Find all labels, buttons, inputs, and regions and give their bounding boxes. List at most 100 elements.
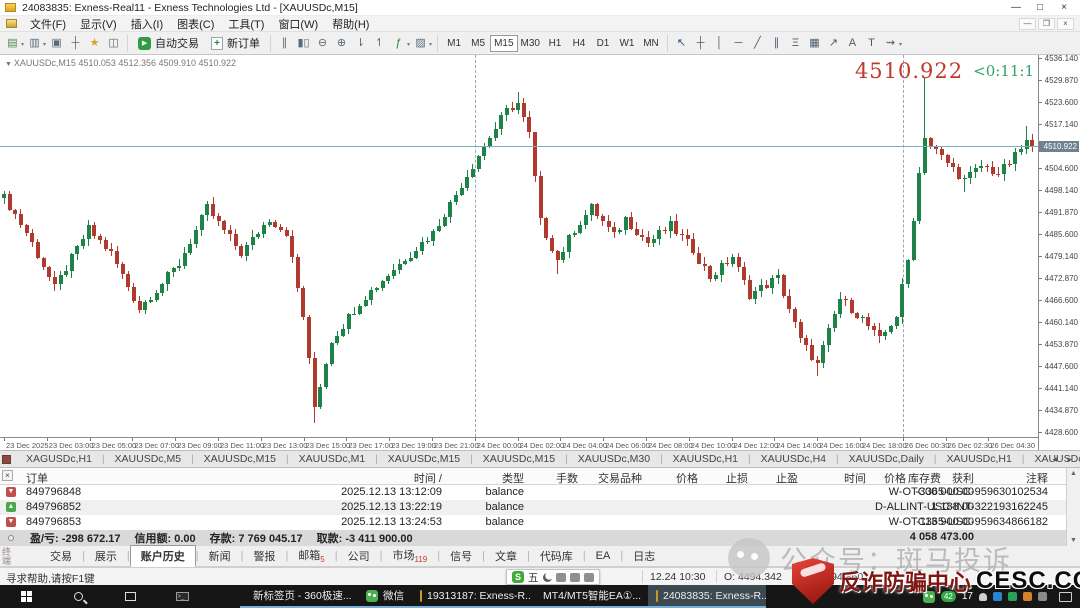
terminal-tab-邮箱[interactable]: 邮箱5 [288, 545, 334, 566]
chart-tab[interactable]: XAUUSDc,M1 [289, 452, 376, 467]
column-header[interactable]: 交易品种 [598, 470, 642, 486]
terminal-tab-文章[interactable]: 文章 [485, 546, 527, 566]
ime-keyboard-icon[interactable] [556, 573, 566, 582]
terminal-scrollbar[interactable]: ▲▼ [1066, 468, 1080, 546]
terminal-close-icon[interactable]: × [2, 470, 13, 481]
crosshair-move-icon[interactable]: ┼ [67, 35, 84, 52]
column-header[interactable]: 类型 [502, 470, 524, 486]
chart-tab[interactable]: XAUUSDc,M15 [378, 452, 470, 467]
column-header[interactable]: 时间 / [414, 470, 442, 486]
column-header[interactable]: 手数 [556, 470, 578, 486]
child-close-button[interactable]: × [1057, 18, 1074, 30]
timeframe-m15[interactable]: M15 [490, 35, 517, 52]
taskbar-app-button[interactable]: 19313187: Exness-R... [412, 585, 530, 608]
zoom-in-icon[interactable]: ⊕ [333, 34, 350, 51]
close-button[interactable]: × [1052, 0, 1076, 15]
zoom-out-icon[interactable]: ⊖ [314, 34, 331, 51]
ime-mode-label[interactable]: 五 [528, 570, 539, 585]
chart-shift-icon[interactable]: ▣ [48, 34, 65, 51]
timeframe-h1[interactable]: H1 [543, 35, 567, 52]
ime-logo-icon[interactable]: S [512, 571, 524, 583]
timeframe-m1[interactable]: M1 [442, 35, 466, 52]
crosshair-tool-icon[interactable]: ┼ [692, 35, 709, 52]
new-order-button[interactable]: + 新订单 [205, 34, 266, 53]
vertical-line-icon[interactable]: │ [711, 35, 728, 52]
terminal-tab-日志[interactable]: 日志 [623, 546, 665, 566]
column-header[interactable]: 时间 [844, 470, 866, 486]
chart-tab[interactable]: XAUUSDc,Daily [839, 452, 934, 467]
price-axis[interactable]: 4536.1404529.8704523.6004517.1404504.600… [1038, 55, 1080, 450]
menu-item[interactable]: 图表(C) [170, 16, 221, 32]
bell-icon[interactable] [979, 593, 987, 601]
child-minimize-button[interactable]: — [1019, 18, 1036, 30]
column-header[interactable]: 库存费 [908, 470, 941, 486]
chart-tab[interactable]: XAUUSDc,M30 [568, 452, 660, 467]
shapes-icon[interactable]: ▦ [806, 34, 823, 51]
terminal-tab-账户历史[interactable]: 账户历史 [130, 545, 196, 567]
column-header[interactable]: 价格 [676, 470, 698, 486]
dropdown-caret-icon[interactable]: ▾ [429, 42, 432, 48]
maximize-button[interactable]: □ [1028, 0, 1052, 15]
child-restore-button[interactable]: ❐ [1038, 18, 1055, 30]
timeframe-m30[interactable]: M30 [518, 35, 543, 52]
fibonacci-icon[interactable]: Ξ [787, 35, 804, 52]
cursor-options-icon[interactable]: ⇝ [882, 34, 899, 51]
column-header[interactable]: 订单 [26, 470, 48, 486]
terminal-tab-代码库[interactable]: 代码库 [530, 546, 583, 566]
dropdown-caret-icon[interactable]: ▾ [899, 42, 902, 48]
bar-chart-icon[interactable]: ∥ [276, 34, 293, 51]
timeframe-h4[interactable]: H4 [567, 35, 591, 52]
tray-app-icon[interactable] [993, 592, 1002, 601]
templates-icon[interactable]: ▨ [412, 34, 429, 51]
menu-item[interactable]: 插入(I) [124, 16, 170, 32]
channel-icon[interactable]: ∥ [768, 34, 785, 51]
horizontal-line-icon[interactable]: ─ [730, 35, 747, 52]
new-chart-icon[interactable]: ▤ [4, 34, 21, 51]
chart-tab[interactable]: XAUUSDc,H1 [663, 452, 748, 467]
autotrade-button[interactable]: ▶ 自动交易 [132, 34, 205, 53]
trendline-icon[interactable]: ╱ [749, 34, 766, 51]
terminal-tab-EA[interactable]: EA [586, 548, 621, 564]
ime-moon-icon[interactable] [543, 573, 552, 582]
menu-item[interactable]: 工具(T) [221, 16, 271, 32]
dropdown-caret-icon[interactable]: ▾ [21, 42, 24, 48]
menu-item[interactable]: 文件(F) [23, 16, 73, 32]
start-button[interactable] [0, 585, 52, 608]
minimize-button[interactable]: — [1004, 0, 1028, 15]
task-view-button[interactable] [104, 585, 156, 608]
terminal-tab-警报[interactable]: 警报 [243, 546, 285, 566]
auto-scroll-icon[interactable]: ⇂ [352, 34, 369, 51]
timeframe-w1[interactable]: W1 [615, 35, 639, 52]
chart-tab[interactable]: XAUUSDc,M5 [105, 452, 192, 467]
column-header[interactable]: 止损 [726, 470, 748, 486]
chart-area[interactable]: ▼ XAUUSDc,M15 4510.053 4512.356 4509.910… [0, 55, 1080, 450]
chart-tab-scroll-arrows[interactable]: ◂ ▸ [1052, 454, 1076, 465]
tile-windows-icon[interactable]: ◫ [105, 34, 122, 51]
taskbar-app-button[interactable]: 微信 [358, 585, 412, 608]
terminal-tab-信号[interactable]: 信号 [440, 546, 482, 566]
history-row[interactable]: ▼8497968482025.12.13 13:12:09balance-300… [0, 485, 1066, 500]
pinned-app-button[interactable]: >_ [156, 585, 208, 608]
dropdown-caret-icon[interactable]: ▾ [43, 42, 46, 48]
timeframe-d1[interactable]: D1 [591, 35, 615, 52]
wechat-tray-icon[interactable] [923, 591, 935, 603]
taskbar-app-button[interactable]: MT4/MT5智能EA①... [530, 585, 648, 608]
candlestick-plot[interactable]: ▼ XAUUSDc,M15 4510.053 4512.356 4509.910… [0, 55, 1038, 437]
taskbar-app-button[interactable]: 新标签页 - 360极速... [240, 585, 358, 608]
chart-shift-end-icon[interactable]: ↿ [371, 34, 388, 51]
terminal-tab-市场[interactable]: 市场119 [382, 545, 437, 566]
terminal-tab-新闻[interactable]: 新闻 [199, 546, 241, 566]
favorites-icon[interactable]: ★ [86, 34, 103, 51]
menu-item[interactable]: 显示(V) [73, 16, 124, 32]
chart-tab[interactable]: XAUUSDc,H4 [751, 452, 836, 467]
ime-user-icon[interactable] [570, 573, 580, 582]
terminal-tab-公司[interactable]: 公司 [338, 546, 380, 566]
column-header[interactable]: 止盈 [776, 470, 798, 486]
column-header[interactable]: 获利 [952, 470, 974, 486]
chart-tab[interactable]: XAGUSDc,H1 [16, 452, 102, 467]
menu-item[interactable]: 帮助(H) [325, 16, 376, 32]
cursor-icon[interactable]: ↖ [673, 34, 690, 51]
taskbar-search-button[interactable] [52, 585, 104, 608]
taskbar-app-button[interactable]: 24083835: Exness-R... [648, 585, 766, 608]
label-tool-icon[interactable]: T [863, 35, 880, 52]
